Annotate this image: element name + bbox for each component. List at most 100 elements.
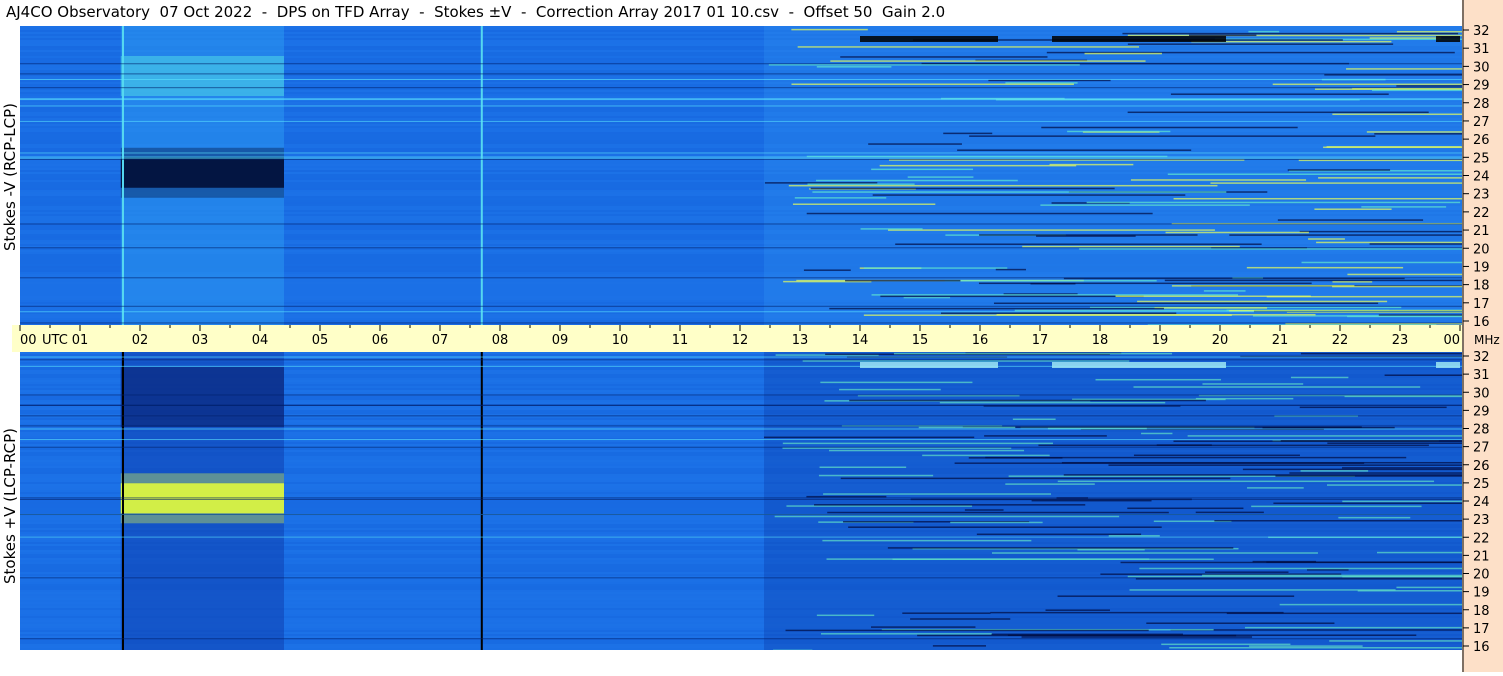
noise-streak — [1173, 441, 1462, 443]
noise-streak — [786, 630, 1149, 632]
noise-streak — [963, 426, 1362, 428]
noise-streak — [1168, 174, 1462, 176]
freq-tick-label: 27 — [1473, 441, 1490, 456]
noise-streak — [795, 197, 886, 199]
freq-tick-label: 16 — [1473, 315, 1490, 330]
freq-tick-label: 28 — [1473, 423, 1490, 438]
noise-streak — [1247, 267, 1403, 269]
interference-line — [20, 247, 1462, 248]
noise-streak — [1064, 474, 1462, 476]
noise-streak — [1291, 377, 1348, 379]
noise-streak — [1174, 198, 1462, 200]
noise-streak — [1085, 53, 1162, 55]
noise-streak — [1128, 43, 1393, 45]
noise-streak — [880, 296, 1143, 298]
freq-tick-label: 19 — [1473, 260, 1490, 275]
interference-line — [20, 152, 1462, 153]
noise-streak — [1278, 219, 1423, 221]
noise-streak — [1079, 248, 1462, 250]
noise-streak — [1370, 243, 1462, 245]
noise-streak — [1374, 133, 1462, 135]
time-tick-label: 05 — [312, 333, 329, 348]
interference-line — [20, 514, 1462, 515]
freq-tick-label: 26 — [1473, 133, 1490, 148]
freq-tick-label: 30 — [1473, 60, 1490, 75]
noise-streak — [979, 234, 1197, 236]
noise-streak — [1204, 290, 1246, 292]
noise-streak — [977, 534, 1141, 536]
noise-streak — [1139, 568, 1462, 570]
noise-streak — [1171, 629, 1462, 631]
noise-streak — [985, 457, 1406, 459]
noise-streak — [820, 467, 907, 469]
burst-band — [860, 362, 998, 368]
vertical-event-line — [481, 26, 483, 325]
time-tick-label: 15 — [912, 333, 929, 348]
noise-streak — [817, 66, 892, 68]
interference-line — [20, 428, 1462, 429]
ylabel-stokes-plus-v: Stokes +V (LCP-RCP) — [0, 361, 20, 651]
noise-streak — [820, 382, 972, 384]
interference-line — [20, 447, 1462, 448]
noise-streak — [839, 389, 941, 391]
noise-streak — [984, 435, 1107, 437]
stokes-minus-v-heatmap — [20, 26, 1462, 325]
noise-streak — [848, 526, 1162, 528]
noise-streak — [1316, 242, 1462, 244]
noise-streak — [1302, 262, 1462, 264]
noise-streak — [1329, 640, 1462, 642]
noise-streak — [1050, 164, 1134, 166]
noise-streak — [1210, 182, 1462, 184]
noise-streak — [1214, 520, 1462, 522]
noise-streak — [888, 229, 1215, 231]
noise-streak — [873, 194, 1186, 196]
noise-streak — [1122, 33, 1458, 34]
noise-streak — [765, 182, 877, 184]
interference-line — [20, 394, 1462, 395]
noise-streak — [1338, 517, 1410, 519]
noise-streak — [1161, 644, 1290, 646]
noise-streak — [1189, 35, 1256, 37]
noise-streak — [979, 283, 1312, 285]
stokes-plus-v-heatmap — [20, 352, 1462, 650]
time-tick-label: 07 — [432, 333, 449, 348]
noise-streak — [827, 558, 1150, 560]
noise-streak — [1397, 31, 1462, 33]
freq-tick-label: 22 — [1473, 206, 1490, 221]
noise-streak — [1273, 503, 1462, 505]
noise-streak — [1013, 419, 1056, 421]
noise-streak — [791, 29, 867, 31]
ylabel-stokes-minus-v: Stokes -V (RCP-LCP) — [0, 32, 20, 322]
noise-streak — [1346, 68, 1462, 70]
noise-streak — [1108, 464, 1462, 466]
noise-streak — [1342, 467, 1462, 469]
noise-streak — [840, 56, 1047, 58]
noise-streak — [940, 402, 1165, 404]
interference-line — [20, 499, 1462, 500]
noise-streak — [1058, 481, 1434, 483]
interference-line — [20, 277, 1462, 278]
interference-line — [20, 105, 1462, 106]
noise-streak — [812, 191, 1226, 193]
noise-streak — [1345, 396, 1462, 398]
figure-title: AJ4CO Observatory 07 Oct 2022 - DPS on T… — [6, 2, 945, 22]
freq-tick-label: 23 — [1473, 188, 1490, 203]
noise-streak — [841, 478, 1231, 480]
noise-streak — [821, 633, 992, 635]
noise-streak — [945, 280, 1157, 282]
freq-tick-label: 16 — [1473, 640, 1490, 655]
time-tick-label: 00 — [20, 333, 37, 348]
time-tick-label: 10 — [612, 333, 629, 348]
interference-line — [20, 366, 1462, 367]
interference-line — [20, 425, 1462, 426]
time-tick-label: 00 — [1443, 333, 1460, 348]
interference-line — [20, 359, 1462, 360]
noise-streak — [819, 475, 933, 477]
noise-streak — [1307, 569, 1349, 571]
noise-streak — [1121, 562, 1462, 564]
noise-streak — [1077, 549, 1144, 551]
interference-line — [20, 577, 1462, 578]
noise-streak — [845, 280, 960, 282]
noise-streak — [1377, 552, 1462, 554]
vertical-event-line — [122, 26, 124, 325]
